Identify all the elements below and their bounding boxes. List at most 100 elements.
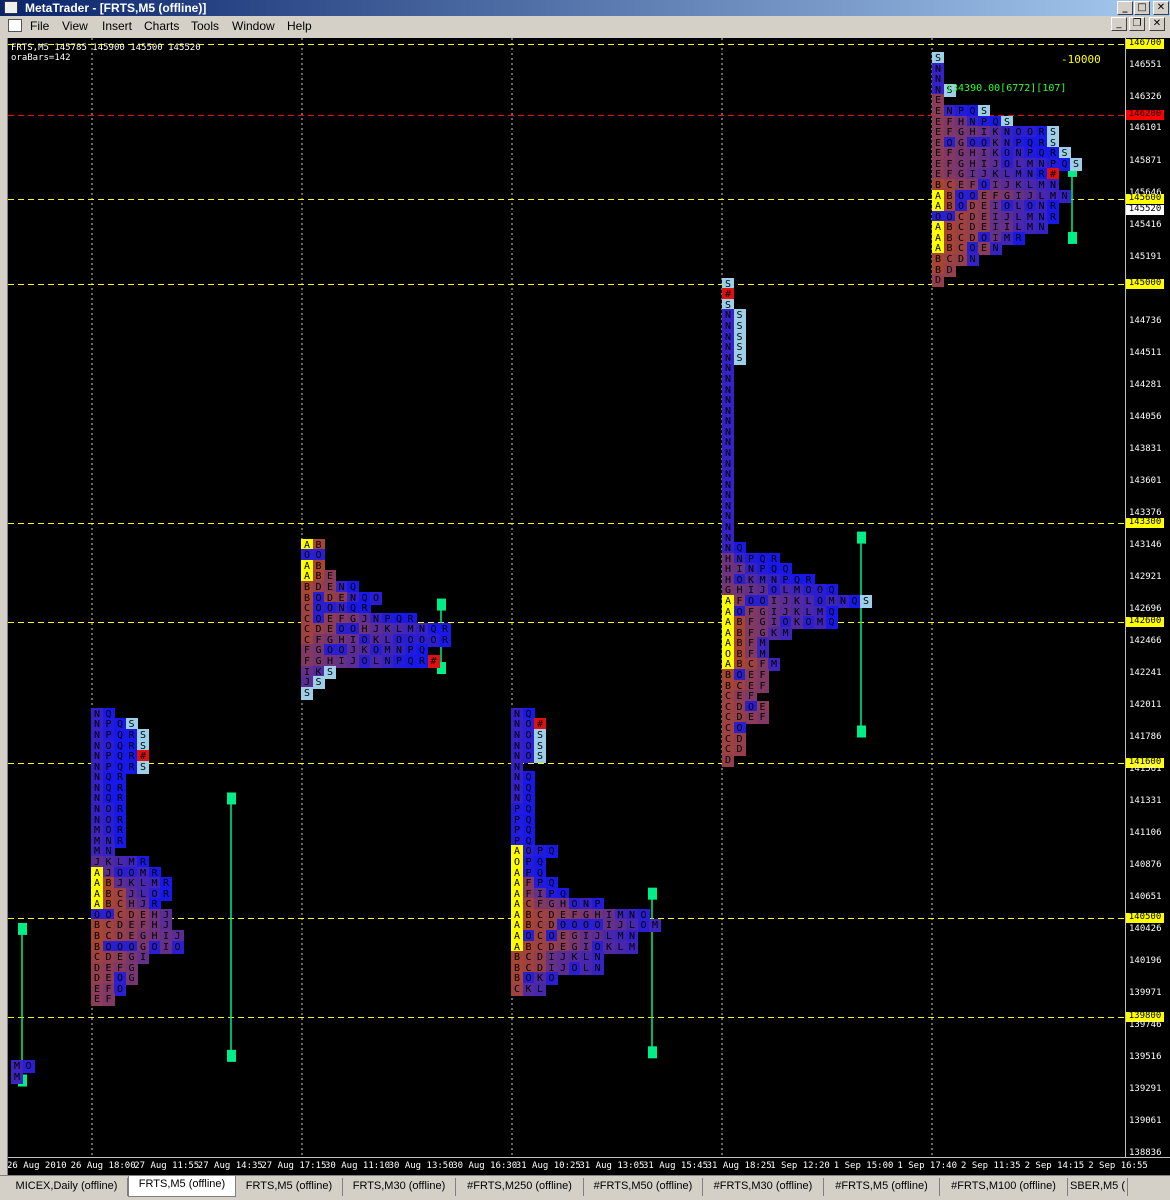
tpo-cell: O [370, 592, 382, 605]
chart-tab[interactable]: FRTS,M5 (offline) [128, 1176, 236, 1197]
tpo-cell: J [347, 655, 359, 668]
tpo-cell: O [22, 1060, 35, 1073]
menu-insert[interactable]: Insert [102, 19, 132, 33]
tpo-cell: I [335, 655, 348, 668]
tpo-cell: E [91, 993, 103, 1006]
tpo-cell: N [381, 655, 394, 668]
close-button[interactable]: ✕ [1153, 1, 1169, 15]
chart-bars-info: oraBars=142 [11, 53, 71, 63]
chart-tab[interactable]: #FRTS,M250 (offline) [456, 1178, 584, 1196]
time-label: 1 Sep 12:20 [770, 1161, 830, 1171]
chart-tab[interactable]: #FRTS,M5 (offline) [824, 1178, 940, 1196]
chart-tab[interactable]: SBER,M5 ( [1068, 1178, 1128, 1196]
time-label: 1 Sep 15:00 [833, 1161, 894, 1171]
menu-file[interactable]: File [30, 19, 49, 33]
chart-tab[interactable]: #FRTS,M100 (offline) [940, 1178, 1068, 1196]
tpo-cell: N [989, 242, 1002, 255]
tpo-cell: C [511, 983, 523, 996]
tpo-cell: O [171, 941, 184, 954]
tpo-cell: R [416, 655, 428, 668]
price-label: 142600 [1126, 617, 1164, 627]
tpo-cell: E [745, 711, 757, 724]
time-label: 2 Sep 16:55 [1088, 1161, 1148, 1171]
price-bar-high-marker [437, 598, 446, 611]
window-left-border [0, 38, 8, 1175]
price-bar-low-marker [857, 725, 866, 738]
price-label: 140651 [1129, 892, 1162, 902]
chart-window-icon[interactable] [8, 19, 22, 32]
price-label: 139291 [1129, 1084, 1162, 1094]
price-label: 140876 [1129, 860, 1162, 870]
price-label: 140196 [1129, 956, 1162, 966]
tpo-cell: M [779, 627, 792, 640]
mdi-minimize-button[interactable]: _ [1111, 17, 1127, 31]
price-label: 139516 [1129, 1052, 1162, 1062]
indicator-value: -10000 [1061, 53, 1101, 66]
chart-tab[interactable]: MICEX,Daily (offline) [6, 1178, 128, 1196]
price-label: 145191 [1129, 252, 1162, 262]
tpo-cell: F [102, 993, 115, 1006]
tpo-cell: K [791, 616, 803, 629]
tpo-cell: R [1012, 232, 1025, 245]
tpo-cell: Q [848, 595, 861, 608]
price-label: 146551 [1129, 60, 1162, 70]
tpo-cell: Q [825, 616, 838, 629]
time-label: 27 Aug 17:15 [261, 1161, 327, 1171]
price-label: 143146 [1129, 540, 1162, 550]
time-axis[interactable]: 26 Aug 2010 26 Aug 18:00 27 Aug 11:55 27 Au… [8, 1157, 1170, 1175]
tpo-cell: O [568, 962, 581, 975]
time-label: 26 Aug 18:00 [70, 1161, 136, 1171]
menu-view[interactable]: View [62, 19, 88, 33]
time-label: 1 Sep 17:40 [897, 1161, 957, 1171]
tpo-cell: K [603, 941, 615, 954]
tpo-cell: S [324, 666, 336, 679]
tpo-cell: D [932, 274, 944, 287]
chart-tab[interactable]: FRTS,M5 (offline) [236, 1178, 343, 1196]
tpo-cell: O [802, 616, 815, 629]
price-label: 143831 [1129, 444, 1162, 454]
tpo-cell: M [1001, 232, 1013, 245]
menu-help[interactable]: Help [287, 19, 312, 33]
price-bar-low-marker [227, 1049, 236, 1062]
tpo-cell: S [1070, 158, 1082, 171]
tpo-cell: M [11, 1071, 23, 1084]
mdi-restore-button[interactable]: ❐ [1129, 17, 1145, 31]
menu-bar: File View Insert Charts Tools Window Hel… [0, 16, 1170, 36]
minimize-button[interactable]: _ [1117, 1, 1133, 15]
menu-window[interactable]: Window [232, 19, 275, 33]
price-label: 139061 [1129, 1116, 1162, 1126]
metatrader-window: MetaTrader - [FRTS,M5 (offline)] _ □ ✕ F… [0, 0, 1170, 1200]
price-label: 140500 [1126, 913, 1164, 923]
time-label: 26 Aug 2010 [8, 1161, 67, 1171]
chart-area[interactable]: M O M N Q N P Q S N P Q R S N O Q R S N P Q R # N P Q R S N Q R N Q R N Q R N O… [8, 38, 1125, 1157]
price-bar-high-marker [227, 792, 236, 805]
price-bar-high-marker [18, 922, 27, 935]
tpo-cell: L [370, 655, 382, 668]
price-label: 140426 [1129, 924, 1162, 934]
price-label: 142696 [1129, 604, 1162, 614]
tpo-cell: M [768, 658, 780, 671]
time-label: 31 Aug 10:25 [515, 1161, 581, 1171]
tpo-cell: O [358, 655, 371, 668]
mdi-close-button[interactable]: ✕ [1149, 17, 1165, 31]
tpo-cell: L [580, 962, 592, 975]
price-bar-high-marker [648, 887, 657, 900]
chart-tabs: MICEX,Daily (offline) FRTS,M5 (offline) FR… [0, 1175, 1170, 1200]
chart-tab[interactable]: FRTS,M30 (offline) [343, 1178, 456, 1196]
price-label: 146326 [1129, 92, 1162, 102]
menu-tools[interactable]: Tools [191, 19, 219, 33]
chart-tab[interactable]: #FRTS,M30 (offline) [703, 1178, 824, 1196]
chart-tab[interactable]: #FRTS,M50 (offline) [584, 1178, 703, 1196]
tpo-cell: R [439, 634, 451, 647]
price-label: 139746 [1129, 1020, 1162, 1030]
price-scale[interactable]: 146700 146551 146326 146200 146101 145871 1456… [1125, 38, 1170, 1157]
tpo-cell: M [814, 616, 826, 629]
maximize-button[interactable]: □ [1134, 1, 1150, 15]
price-label: 142011 [1129, 700, 1162, 710]
tpo-cell: M [626, 941, 638, 954]
tpo-cell: N [837, 595, 849, 608]
menu-charts[interactable]: Charts [144, 19, 179, 33]
time-label: 27 Aug 11:55 [134, 1161, 200, 1171]
tpo-cell: F [756, 711, 769, 724]
price-label: 144281 [1129, 380, 1162, 390]
